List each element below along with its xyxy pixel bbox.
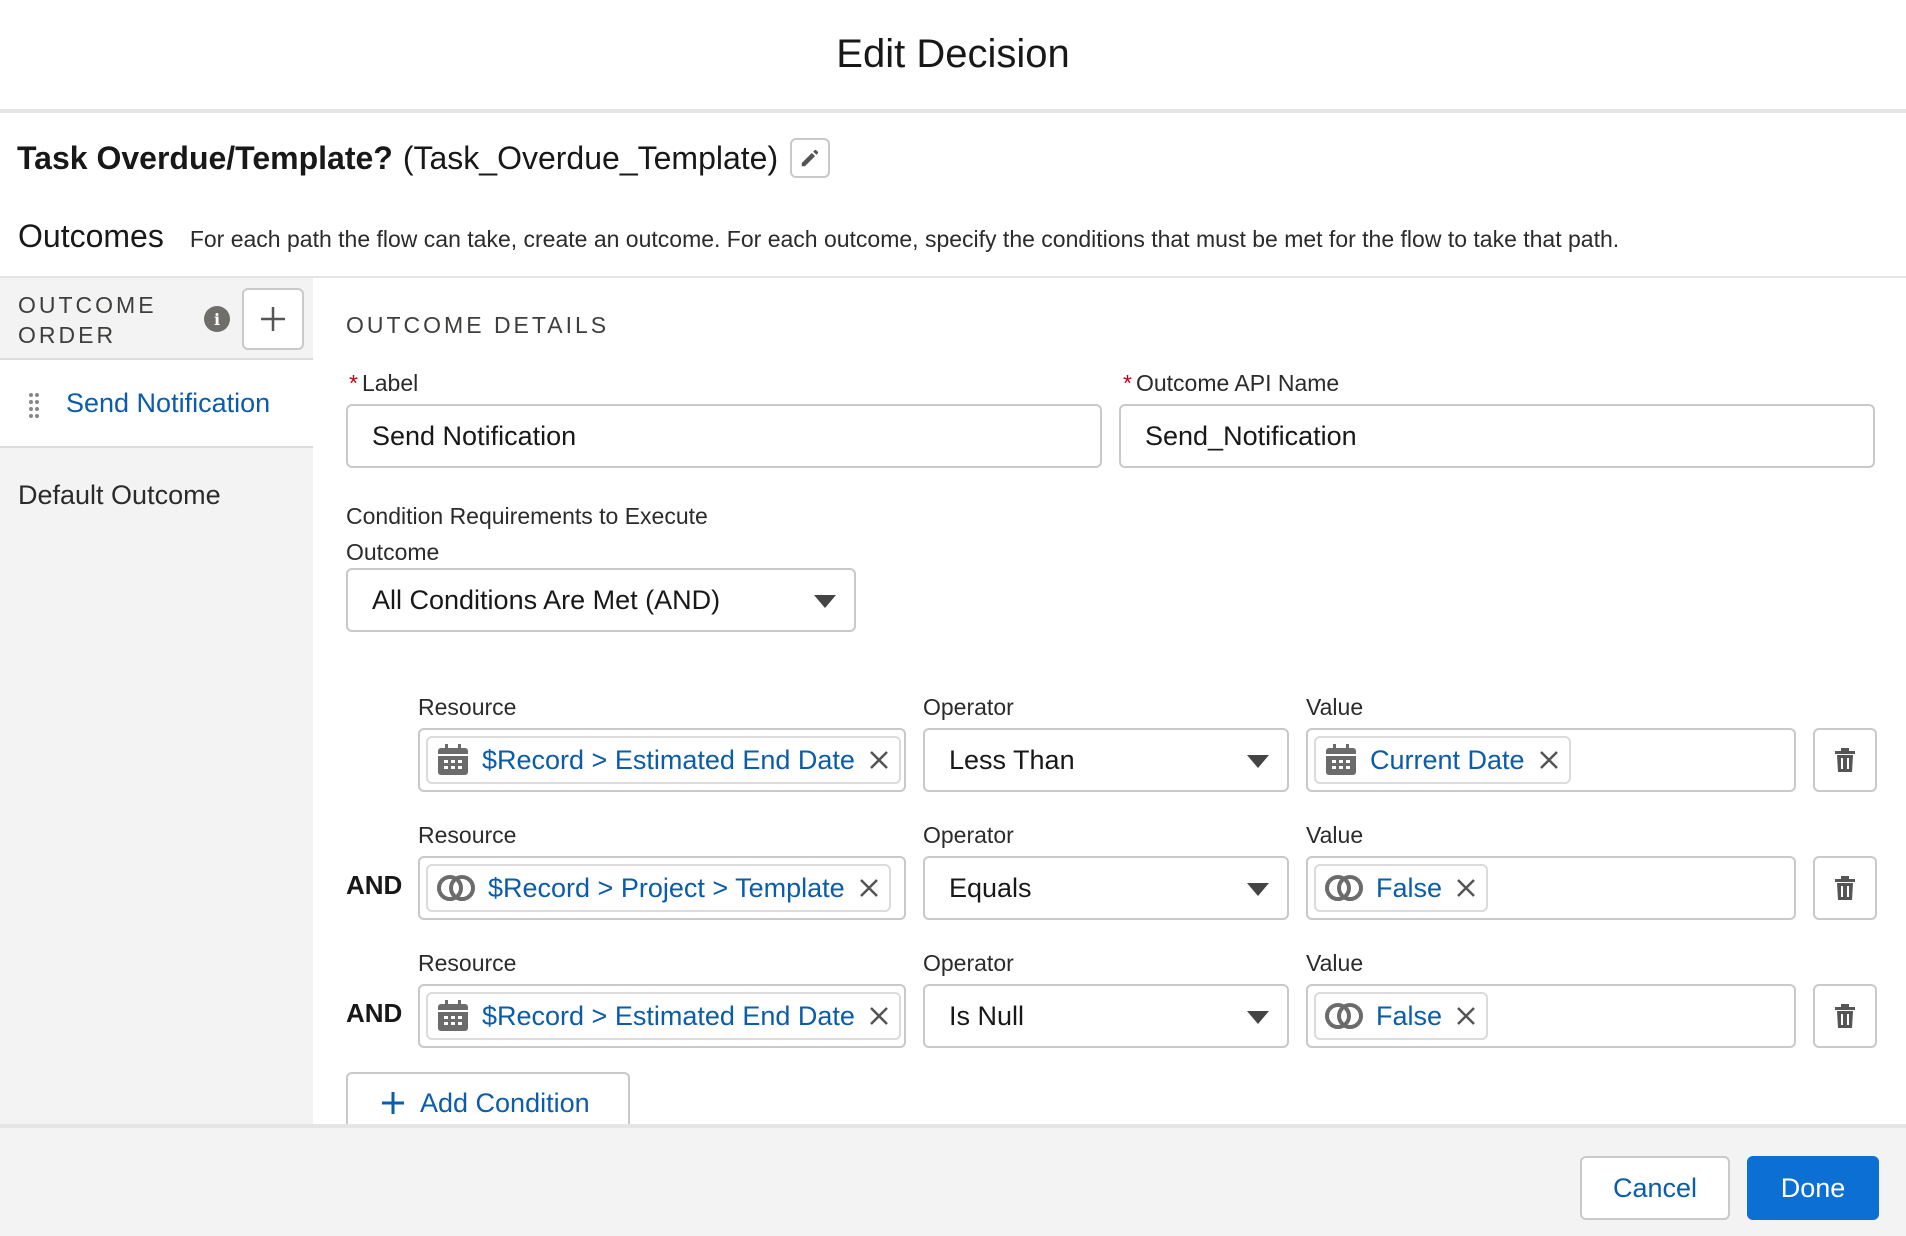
close-icon[interactable] (1456, 878, 1476, 898)
operator-label: Operator (923, 822, 1014, 848)
value-pill[interactable]: Current Date (1314, 736, 1571, 784)
calendar-icon (438, 744, 468, 775)
delete-condition-button[interactable] (1813, 984, 1877, 1048)
value-label: Value (1306, 950, 1364, 976)
outcome-details-title: OUTCOME DETAILS (346, 312, 610, 338)
element-title: Task Overdue/Template? (Task_Overdue_Tem… (17, 138, 831, 178)
outcome-order-sidebar: OUTCOME ORDER i Send Notification Defaul… (0, 278, 313, 1126)
cancel-button[interactable]: Cancel (1580, 1156, 1730, 1220)
info-icon[interactable]: i (204, 306, 230, 332)
outcomes-description: For each path the flow can take, create … (189, 226, 1620, 252)
operator-label: Operator (923, 950, 1014, 976)
resource-pill[interactable]: $Record > Estimated End Date (426, 736, 901, 784)
close-icon[interactable] (1456, 1006, 1476, 1026)
sidebar-item-label: Default Outcome (18, 480, 221, 510)
boolean-icon (1325, 1003, 1363, 1029)
chevron-down-icon (1247, 1011, 1269, 1024)
boolean-icon (437, 875, 475, 901)
trash-icon (1835, 748, 1855, 772)
value-label: Value (1306, 822, 1364, 848)
condition-requirements-label: Condition Requirements to Execute Outcom… (346, 503, 708, 565)
close-icon[interactable] (869, 750, 889, 770)
condition-logic-label: AND (346, 870, 403, 900)
condition-requirements-select[interactable]: All Conditions Are Met (AND) (346, 568, 856, 632)
condition-logic-label: AND (346, 998, 403, 1028)
resource-label: Resource (418, 822, 517, 848)
value-pill-label: False (1376, 872, 1443, 903)
add-condition-button[interactable]: Add Condition (346, 1072, 630, 1132)
outcome-order-label: OUTCOME ORDER (18, 292, 157, 348)
label-input[interactable]: Send Notification (346, 404, 1102, 468)
resource-pill[interactable]: $Record > Estimated End Date (426, 992, 901, 1040)
resource-pill-label: $Record > Project > Template (488, 872, 845, 903)
delete-condition-button[interactable] (1813, 856, 1877, 920)
resource-combobox[interactable]: $Record > Project > Template (418, 856, 906, 920)
value-combobox[interactable]: Current Date (1306, 728, 1796, 792)
edit-label-button[interactable] (790, 138, 831, 178)
pencil-icon (801, 149, 819, 167)
resource-combobox[interactable]: $Record > Estimated End Date (418, 984, 906, 1048)
calendar-icon (1326, 744, 1356, 775)
add-outcome-button[interactable] (242, 288, 304, 350)
outcomes-heading: Outcomes For each path the flow can take… (18, 218, 1619, 255)
element-label: Task Overdue/Template? (17, 139, 393, 176)
resource-pill-label: $Record > Estimated End Date (482, 1000, 855, 1031)
outcomes-title: Outcomes (18, 218, 164, 254)
modal-footer: Cancel Done (0, 1124, 1906, 1236)
value-combobox[interactable]: False (1306, 984, 1796, 1048)
operator-select[interactable]: Less Than (923, 728, 1289, 792)
resource-label: Resource (418, 694, 517, 720)
plus-icon (382, 1092, 404, 1114)
value-combobox[interactable]: False (1306, 856, 1796, 920)
sidebar-item-send-notification[interactable]: Send Notification (0, 360, 313, 448)
plus-icon (261, 307, 285, 331)
modal-header: Edit Decision (0, 0, 1906, 113)
sidebar-item-default-outcome[interactable]: Default Outcome (0, 448, 313, 532)
modal-title: Edit Decision (836, 32, 1070, 76)
resource-pill[interactable]: $Record > Project > Template (426, 864, 891, 912)
sidebar-item-label: Send Notification (66, 388, 271, 418)
close-icon[interactable] (859, 878, 879, 898)
done-button[interactable]: Done (1747, 1156, 1879, 1220)
trash-icon (1835, 876, 1855, 900)
chevron-down-icon (1247, 755, 1269, 768)
trash-icon (1835, 1004, 1855, 1028)
boolean-icon (1325, 875, 1363, 901)
delete-condition-button[interactable] (1813, 728, 1877, 792)
operator-select[interactable]: Equals (923, 856, 1289, 920)
drag-handle-icon[interactable] (28, 392, 40, 418)
operator-select[interactable]: Is Null (923, 984, 1289, 1048)
resource-pill-label: $Record > Estimated End Date (482, 744, 855, 775)
calendar-icon (438, 1000, 468, 1031)
close-icon[interactable] (869, 1006, 889, 1026)
label-field-label: * Label (349, 370, 419, 396)
operator-label: Operator (923, 694, 1014, 720)
outcome-order-header: OUTCOME ORDER i (0, 278, 313, 360)
value-pill-label: False (1376, 1000, 1443, 1031)
add-condition-label: Add Condition (420, 1087, 590, 1118)
value-label: Value (1306, 694, 1364, 720)
api-name-input[interactable]: Send_Notification (1119, 404, 1875, 468)
api-name-field-label: * Outcome API Name (1123, 370, 1340, 396)
value-pill[interactable]: False (1314, 992, 1489, 1040)
chevron-down-icon (1247, 883, 1269, 896)
value-pill-label: Current Date (1370, 744, 1525, 775)
close-icon[interactable] (1539, 750, 1559, 770)
chevron-down-icon (814, 595, 836, 608)
element-api-name: (Task_Overdue_Template) (402, 139, 779, 176)
value-pill[interactable]: False (1314, 864, 1489, 912)
resource-label: Resource (418, 950, 517, 976)
resource-combobox[interactable]: $Record > Estimated End Date (418, 728, 906, 792)
